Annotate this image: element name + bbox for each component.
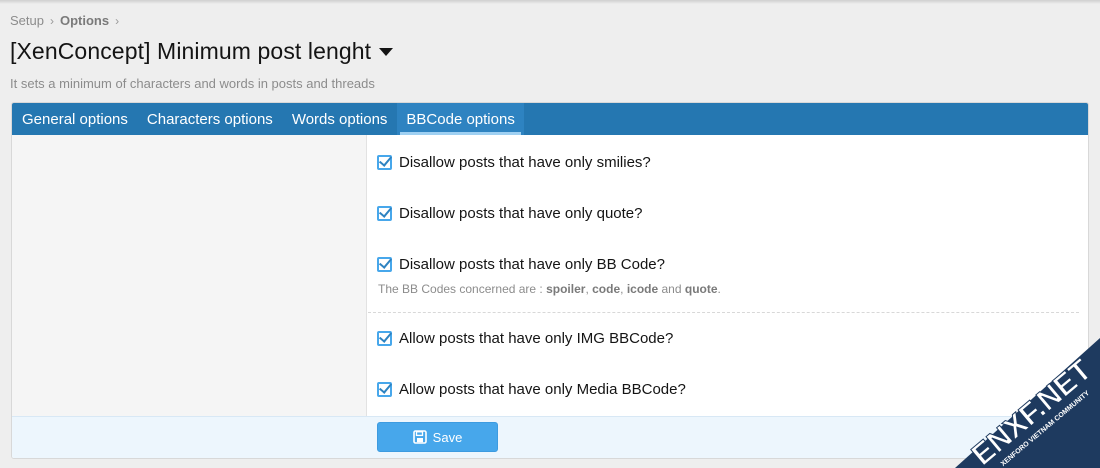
hint-separator: , — [620, 282, 627, 296]
floppy-disk-icon — [412, 430, 427, 444]
option-label: Disallow posts that have only BB Code? — [399, 256, 665, 273]
tab-bar: General options Characters options Words… — [12, 103, 1088, 135]
page-description: It sets a minimum of characters and word… — [10, 76, 375, 91]
tab-general-options[interactable]: General options — [13, 103, 137, 135]
hint-prefix: The BB Codes concerned are : — [378, 282, 547, 296]
option-allow-media-bbcode[interactable]: Allow posts that have only Media BBCode? — [377, 381, 686, 398]
top-shadow — [0, 0, 1100, 4]
hint-code-spoiler: spoiler — [546, 282, 586, 296]
section-divider — [368, 312, 1079, 313]
hint-code-quote: quote — [684, 282, 718, 296]
form-input-column: Disallow posts that have only smilies? D… — [368, 135, 1088, 416]
breadcrumb-setup[interactable]: Setup — [10, 13, 44, 28]
checkbox-checked-icon[interactable] — [377, 155, 392, 170]
page-title-wrap: [XenConcept] Minimum post lenght — [10, 38, 394, 65]
option-label: Allow posts that have only IMG BBCode? — [399, 330, 674, 347]
hint-suffix: . — [717, 282, 721, 296]
option-disallow-quote[interactable]: Disallow posts that have only quote? — [377, 205, 642, 222]
tab-words-options[interactable]: Words options — [283, 103, 397, 135]
option-disallow-bbcode[interactable]: Disallow posts that have only BB Code? — [377, 256, 665, 273]
form-footer: Save — [12, 416, 1088, 458]
bbcode-hint: The BB Codes concerned are : spoiler, co… — [378, 282, 721, 296]
option-label: Disallow posts that have only quote? — [399, 205, 643, 222]
checkbox-checked-icon[interactable] — [377, 331, 392, 346]
breadcrumb-options[interactable]: Options — [60, 13, 109, 28]
hint-and: and — [658, 282, 685, 296]
tab-bbcode-options[interactable]: BBCode options — [397, 103, 524, 135]
option-allow-img-bbcode[interactable]: Allow posts that have only IMG BBCode? — [377, 330, 673, 347]
option-label: Allow posts that have only Media BBCode? — [399, 381, 686, 398]
save-button[interactable]: Save — [377, 422, 498, 452]
checkbox-checked-icon[interactable] — [377, 257, 392, 272]
option-label: Disallow posts that have only smilies? — [399, 154, 651, 171]
save-label: Save — [432, 429, 463, 445]
breadcrumb: Setup › Options › — [10, 13, 125, 28]
page-title: [XenConcept] Minimum post lenght — [10, 38, 372, 64]
form-label-column — [12, 135, 367, 416]
options-block: General options Characters options Words… — [11, 102, 1089, 459]
tab-characters-options[interactable]: Characters options — [138, 103, 282, 135]
hint-code-code: code — [592, 282, 621, 296]
checkbox-checked-icon[interactable] — [377, 206, 392, 221]
chevron-right-icon: › — [49, 13, 54, 28]
option-disallow-smilies[interactable]: Disallow posts that have only smilies? — [377, 154, 651, 171]
form-body: Disallow posts that have only smilies? D… — [12, 135, 1088, 416]
chevron-right-icon: › — [115, 13, 120, 28]
checkbox-checked-icon[interactable] — [377, 382, 392, 397]
caret-down-icon[interactable] — [379, 47, 394, 56]
hint-code-icode: icode — [626, 282, 659, 296]
